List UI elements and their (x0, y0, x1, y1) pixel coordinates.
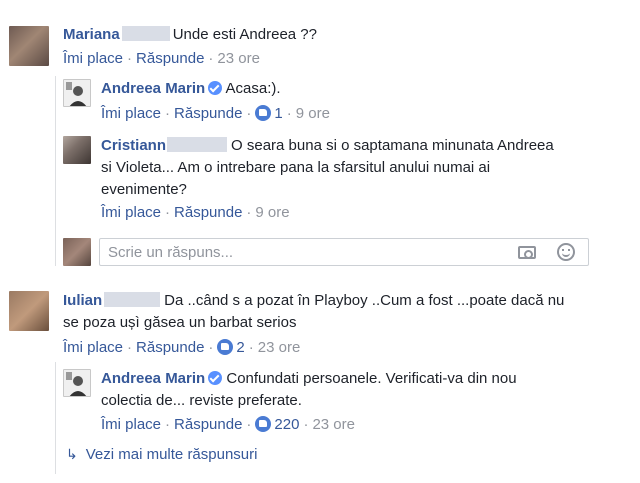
comment-actions: Îmi place · Răspunde · 220 · 23 ore (101, 416, 355, 433)
redacted-name (167, 137, 228, 152)
comment-author[interactable]: Iulian (63, 292, 102, 309)
redacted-name (104, 292, 161, 307)
timestamp[interactable]: 9 ore (296, 105, 330, 122)
thumbs-up-icon (255, 105, 272, 121)
verified-badge-icon (208, 371, 223, 385)
avatar-image (64, 80, 90, 106)
redacted-name (121, 26, 170, 41)
reply-3: Andreea Marin Confundati persoanele. Ver… (101, 369, 517, 389)
camera-icon[interactable] (518, 246, 536, 259)
like-count[interactable]: 2 (236, 339, 244, 356)
comment-author[interactable]: Mariana (63, 26, 120, 43)
more-replies-label[interactable]: Vezi mai multe răspunsuri (86, 446, 258, 463)
comment-text-line: si Violeta... Am o intrebare pana la sfa… (101, 159, 491, 176)
like-link[interactable]: Îmi place (101, 204, 161, 221)
reply-arrow-icon: ↳ (66, 446, 78, 462)
comment-actions: Îmi place · Răspunde · 1 · 9 ore (101, 105, 330, 122)
comment-text-line: Da ..când s a pozat în Playboy ..Cum a f… (164, 292, 565, 309)
timestamp[interactable]: 23 ore (312, 416, 355, 433)
reply-2: Cristiann O seara buna si o saptamana min… (101, 136, 554, 156)
comment-author[interactable]: Cristiann (101, 137, 166, 154)
comment-text-line: se poza ușì găsea un barbat serios (63, 314, 297, 331)
timestamp[interactable]: 23 ore (258, 339, 301, 356)
timestamp[interactable]: 9 ore (255, 204, 289, 221)
avatar[interactable] (63, 369, 91, 397)
avatar (63, 238, 91, 266)
avatar[interactable] (9, 291, 49, 331)
like-link[interactable]: Îmi place (63, 50, 123, 67)
like-count[interactable]: 1 (274, 105, 282, 122)
comment-text-line: colectia de... reviste preferate. (101, 392, 302, 409)
avatar[interactable] (9, 26, 49, 66)
smiley-icon[interactable] (557, 243, 575, 261)
like-link[interactable]: Îmi place (101, 105, 161, 122)
like-link[interactable]: Îmi place (63, 339, 123, 356)
reply-link[interactable]: Răspunde (174, 204, 242, 221)
verified-badge-icon (208, 81, 223, 95)
comment-text: Unde esti Andreea ?? (172, 26, 317, 43)
comment-actions: Îmi place · Răspunde · 2 · 23 ore (63, 339, 301, 356)
comment-actions: Îmi place · Răspunde · 23 ore (63, 50, 260, 67)
comment-text-line: Confundati persoanele. Verificati-va din… (226, 370, 517, 387)
reply-link[interactable]: Răspunde (174, 416, 242, 433)
thread-line (55, 362, 56, 474)
timestamp[interactable]: 23 ore (217, 50, 260, 67)
comment-author[interactable]: Andreea Marin (101, 370, 205, 387)
thumbs-up-icon (217, 339, 234, 355)
reply-link[interactable]: Răspunde (174, 105, 242, 122)
comment-text: Acasa:). (225, 80, 281, 97)
avatar-image (64, 370, 90, 396)
thumbs-up-icon (255, 416, 272, 432)
reply-input[interactable]: Scrie un răspuns... (99, 238, 589, 266)
like-link[interactable]: Îmi place (101, 416, 161, 433)
comment-actions: Îmi place · Răspunde · 9 ore (101, 204, 290, 221)
reply-link[interactable]: Răspunde (136, 339, 204, 356)
comment-1: Mariana Unde esti Andreea ?? (63, 25, 317, 45)
comment-author[interactable]: Andreea Marin (101, 80, 205, 97)
comment-text-line: evenimente? (101, 181, 187, 198)
reply-link[interactable]: Răspunde (136, 50, 204, 67)
comment-2: Iulian Da ..când s a pozat în Playboy ..C… (63, 291, 564, 311)
reply-placeholder: Scrie un răspuns... (108, 244, 234, 261)
thread-line (55, 76, 56, 266)
like-count[interactable]: 220 (274, 416, 299, 433)
more-replies-link[interactable]: ↳ Vezi mai multe răspunsuri (66, 444, 257, 465)
reply-1: Andreea Marin Acasa:). (101, 79, 281, 99)
avatar[interactable] (63, 136, 91, 164)
comment-text-line: O seara buna si o saptamana minunata And… (231, 137, 554, 154)
avatar[interactable] (63, 79, 91, 107)
